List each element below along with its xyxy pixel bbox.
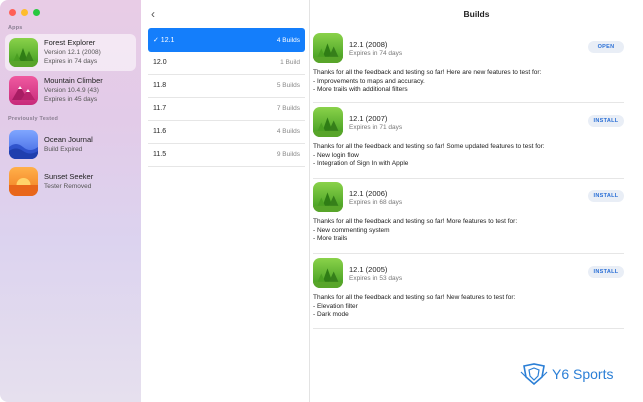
app-version: Version 10.4.9 (43)	[44, 86, 99, 94]
window-controls	[9, 9, 40, 16]
notes-line: Thanks for all the feedback and testing …	[313, 294, 516, 301]
forest-icon	[9, 38, 38, 67]
close-window-button[interactable]	[9, 9, 16, 16]
install-button[interactable]: INSTALL	[588, 115, 624, 127]
notes-line: - Improvements to maps and accuracy.	[313, 77, 425, 85]
build-notes: Thanks for all the feedback and testing …	[313, 218, 517, 244]
app-expiry: Expires in 74 days	[44, 58, 98, 66]
build-notes: Thanks for all the feedback and testing …	[313, 69, 541, 95]
notes-line: - Dark mode	[313, 311, 349, 318]
crest-icon	[520, 363, 548, 385]
app-status: Tester Removed	[44, 182, 92, 190]
forest-icon	[313, 258, 343, 288]
notes-line: - Integration of Sign In with Apple	[313, 160, 409, 167]
version-row[interactable]: 11.6 4 Builds	[148, 120, 305, 144]
app-expiry: Expires in 45 days	[44, 96, 98, 104]
forest-icon	[313, 182, 343, 212]
sidebar-app-forest-explorer[interactable]: Forest Explorer Version 12.1 (2008) Expi…	[5, 34, 136, 71]
version-build-count: 4 Builds	[276, 36, 300, 44]
sidebar-app-mountain-climber[interactable]: Mountain Climber Version 10.4.9 (43) Exp…	[5, 72, 136, 109]
version-label: 11.7	[153, 105, 167, 112]
version-row[interactable]: 11.5 9 Builds	[148, 143, 305, 167]
version-build-count: 5 Builds	[276, 82, 300, 89]
notes-line: Thanks for all the feedback and testing …	[313, 218, 518, 225]
build-card: 12.1 (2006) Expires in 68 days INSTALL T…	[313, 182, 624, 254]
notes-line: - New login flow	[313, 151, 359, 159]
sidebar: Apps Forest Explorer Version 12.1 (2008)…	[0, 0, 141, 402]
sidebar-app-sunset-seeker[interactable]: Sunset Seeker Tester Removed	[5, 163, 136, 200]
app-name: Mountain Climber	[44, 76, 103, 86]
app-name: Ocean Journal	[44, 135, 93, 144]
version-label: ✓ 12.1	[153, 37, 175, 44]
sunset-icon	[9, 167, 38, 196]
notes-line: Thanks for all the feedback and testing …	[313, 69, 542, 76]
version-build-count: 1 Build	[280, 59, 300, 66]
maximize-window-button[interactable]	[33, 9, 40, 16]
app-version: Version 12.1 (2008)	[44, 48, 101, 56]
app-window: Apps Forest Explorer Version 12.1 (2008)…	[0, 0, 643, 402]
install-button[interactable]: INSTALL	[588, 266, 624, 278]
build-expiry: Expires in 53 days	[349, 275, 403, 282]
version-row[interactable]: 11.8 5 Builds	[148, 74, 305, 98]
watermark: Y6 Sports	[520, 363, 613, 385]
version-row[interactable]: 12.0 1 Build	[148, 51, 305, 75]
app-name: Sunset Seeker	[44, 172, 94, 181]
forest-icon	[313, 33, 343, 63]
build-card: 12.1 (2008) Expires in 74 days OPEN Than…	[313, 33, 624, 103]
notes-line: - More trails	[313, 235, 348, 242]
ocean-icon	[9, 130, 38, 159]
version-build-count: 7 Builds	[276, 105, 300, 112]
version-build-count: 9 Builds	[276, 151, 300, 158]
build-card: 12.1 (2005) Expires in 53 days INSTALL T…	[313, 258, 624, 329]
watermark-text: Y6 Sports	[552, 366, 614, 382]
notes-line: - New commenting system	[313, 226, 390, 234]
version-label: 11.5	[153, 151, 167, 158]
build-card: 12.1 (2007) Expires in 71 days INSTALL T…	[313, 107, 624, 179]
open-button[interactable]: OPEN	[588, 41, 624, 53]
version-row[interactable]: 11.7 7 Builds	[148, 97, 305, 121]
app-name: Forest Explorer	[44, 38, 96, 48]
notes-line: Thanks for all the feedback and testing …	[313, 143, 545, 150]
build-title: 12.1 (2005)	[349, 265, 388, 274]
version-label: 11.8	[153, 82, 167, 89]
minimize-window-button[interactable]	[21, 9, 28, 16]
previously-tested-label: Previously Tested	[8, 116, 59, 122]
page-title: Builds	[463, 9, 490, 19]
build-expiry: Expires in 71 days	[349, 124, 403, 131]
build-notes: Thanks for all the feedback and testing …	[313, 143, 545, 169]
build-expiry: Expires in 68 days	[349, 199, 403, 206]
notes-line: - More trails with additional filters	[313, 86, 408, 93]
mountain-icon	[9, 76, 38, 105]
app-status: Build Expired	[44, 145, 83, 153]
forest-icon	[313, 107, 343, 137]
build-title: 12.1 (2008)	[349, 40, 388, 49]
build-notes: Thanks for all the feedback and testing …	[313, 294, 515, 320]
notes-line: - Elevation filter	[313, 302, 358, 310]
install-button[interactable]: INSTALL	[588, 190, 624, 202]
build-title: 12.1 (2006)	[349, 189, 388, 198]
back-chevron-icon[interactable]: ‹	[151, 8, 155, 20]
build-title: 12.1 (2007)	[349, 114, 388, 123]
version-label: 12.0	[153, 59, 167, 66]
apps-section-label: Apps	[8, 25, 23, 31]
version-row[interactable]: ✓ 12.1 4 Builds	[148, 28, 305, 52]
build-expiry: Expires in 74 days	[349, 50, 403, 57]
version-label: 11.6	[153, 128, 167, 135]
sidebar-app-ocean-journal[interactable]: Ocean Journal Build Expired	[5, 126, 136, 163]
version-build-count: 4 Builds	[276, 128, 300, 135]
